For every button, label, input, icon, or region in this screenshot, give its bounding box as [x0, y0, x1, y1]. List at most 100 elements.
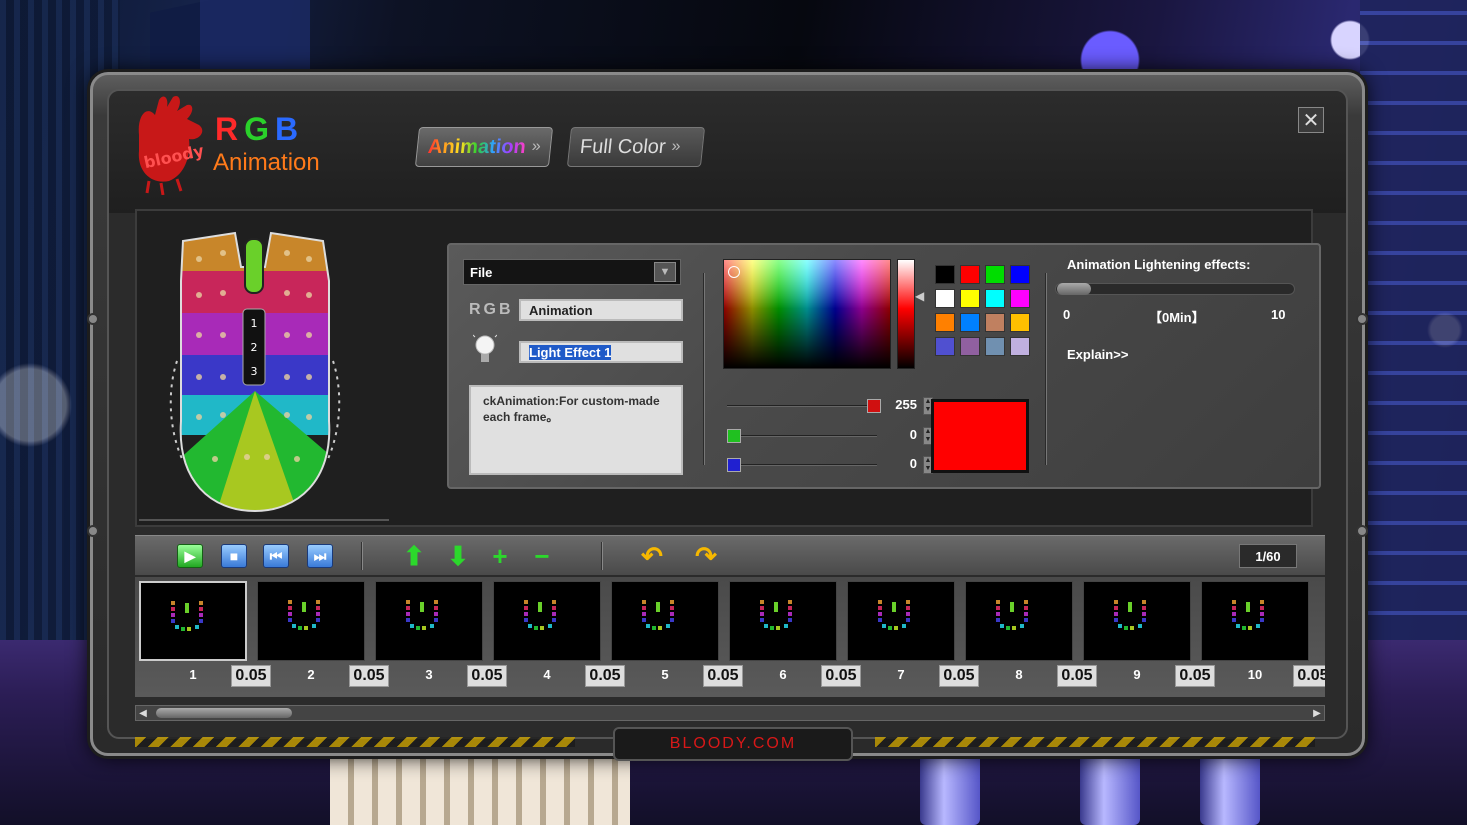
svg-text:3: 3	[251, 365, 258, 378]
animation-effects-slider-thumb[interactable]	[1057, 283, 1091, 295]
picker-cursor-icon[interactable]	[728, 266, 740, 278]
color-swatch[interactable]	[985, 265, 1005, 284]
color-swatch[interactable]	[935, 265, 955, 284]
explain-link[interactable]: Explain>>	[1067, 347, 1128, 362]
color-swatch[interactable]	[1010, 265, 1030, 284]
file-dropdown[interactable]: File ▼	[463, 259, 681, 285]
play-icon: ▶	[184, 547, 196, 564]
frame-thumbnail[interactable]	[375, 581, 483, 661]
green-slider[interactable]: 0 ▲ ▼	[727, 427, 937, 445]
frame-thumbnail[interactable]	[729, 581, 837, 661]
add-frame-button[interactable]: +	[487, 541, 513, 571]
color-swatch[interactable]	[1010, 289, 1030, 308]
caret-left-icon[interactable]: ◀	[915, 289, 924, 303]
red-slider[interactable]: 255 ▲ ▼	[727, 397, 937, 415]
frame-thumbnail[interactable]	[611, 581, 719, 661]
frame-strip: 1 0.05 2 0.05 3 0.05 4 0.05 5 0.05 6 0.05 7 0.05 8 0.05…	[135, 577, 1325, 697]
svg-text:2: 2	[251, 341, 258, 354]
frame-toolbar: ▶ ■ ⏮ ⏭ ⬆ ⬇ + − ↶ ↷ 1/60	[135, 535, 1325, 575]
mouse-led-zones: 1 2 3	[169, 231, 341, 513]
redo-icon: ↷	[695, 540, 717, 571]
animation-name-field[interactable]: Animation	[519, 299, 683, 321]
color-swatch[interactable]	[960, 337, 980, 356]
color-swatch[interactable]	[985, 289, 1005, 308]
light-bulb-icon	[473, 333, 497, 362]
logo-subtitle: Animation	[213, 149, 320, 176]
animation-effects-slider[interactable]	[1055, 283, 1295, 295]
brand-plate: BLOODY.COM	[613, 727, 853, 761]
color-swatch[interactable]	[960, 289, 980, 308]
slider-value-label: 【0Min】	[1149, 310, 1205, 325]
color-swatch[interactable]	[960, 313, 980, 332]
frame-counter: 1/60	[1239, 544, 1297, 568]
green-slider-knob[interactable]	[727, 429, 741, 443]
frame-thumbnail[interactable]	[847, 581, 955, 661]
skip-forward-icon: ⏭	[313, 547, 327, 564]
frame-duration-field[interactable]: 0.05	[1293, 665, 1325, 687]
red-value[interactable]: 255	[887, 397, 921, 415]
stop-icon: ■	[229, 548, 239, 564]
close-button[interactable]: ✕	[1298, 107, 1324, 133]
first-frame-button[interactable]: ⏮	[263, 544, 289, 568]
frame-thumbnail[interactable]	[965, 581, 1073, 661]
slider-max-label: 10	[1271, 307, 1286, 322]
blue-slider[interactable]: 0 ▲ ▼	[727, 456, 937, 474]
color-swatch[interactable]	[1010, 313, 1030, 332]
frame-thumbnail[interactable]	[1201, 581, 1309, 661]
undo-button[interactable]: ↶	[639, 541, 665, 571]
frame-mouse-glyph-icon	[996, 600, 1028, 630]
delete-frame-button[interactable]: −	[529, 541, 555, 571]
frame-mouse-glyph-icon	[288, 600, 320, 630]
light-effect-field[interactable]: Light Effect 1	[519, 341, 683, 363]
slider-min-label: 0	[1063, 307, 1071, 322]
chevron-down-icon: ▼	[654, 262, 676, 282]
color-swatches	[935, 265, 1030, 356]
arrow-up-icon: ⬆	[403, 540, 425, 571]
frame-thumbnail[interactable]	[1083, 581, 1191, 661]
frame-thumbnail[interactable]	[493, 581, 601, 661]
window-header: bloody RGB Animation Animation» Full Col…	[109, 91, 1346, 213]
stop-button[interactable]: ■	[221, 544, 247, 568]
green-value[interactable]: 0	[887, 427, 921, 445]
editor-area: 1 2 3 File ▼ RGB Animation Light Effect …	[135, 209, 1321, 527]
rgb-animation-window: bloody RGB Animation Animation» Full Col…	[87, 72, 1368, 761]
frame-thumbnail[interactable]	[257, 581, 365, 661]
frame-mouse-glyph-icon	[524, 600, 556, 630]
description-box: ckAnimation:For custom-made each frame。	[469, 385, 683, 475]
color-preview	[931, 399, 1029, 473]
move-down-button[interactable]: ⬇	[445, 541, 471, 571]
red-slider-knob[interactable]	[867, 399, 881, 413]
tab-full-color[interactable]: Full Color»	[566, 127, 706, 167]
minus-icon: −	[534, 540, 550, 571]
redo-button[interactable]: ↷	[693, 541, 719, 571]
effect-panel: File ▼ RGB Animation Light Effect 1 ckAn…	[447, 243, 1321, 489]
arrow-down-icon: ⬇	[447, 540, 469, 571]
brightness-bar[interactable]	[897, 259, 915, 369]
scrollbar-thumb[interactable]	[156, 708, 292, 718]
frame-mouse-glyph-icon	[1232, 600, 1264, 630]
blue-slider-knob[interactable]	[727, 458, 741, 472]
color-swatch[interactable]	[985, 337, 1005, 356]
frame-thumbnail[interactable]	[139, 581, 247, 661]
move-up-button[interactable]: ⬆	[401, 541, 427, 571]
frame-mouse-glyph-icon	[1114, 600, 1146, 630]
rgb-label: RGB	[469, 301, 514, 318]
color-swatch[interactable]	[935, 289, 955, 308]
color-swatch[interactable]	[935, 313, 955, 332]
color-swatch[interactable]	[960, 265, 980, 284]
blue-value[interactable]: 0	[887, 456, 921, 474]
frames-scrollbar[interactable]: ◀ ▶	[135, 705, 1325, 721]
color-swatch[interactable]	[935, 337, 955, 356]
frame-mouse-glyph-icon	[406, 600, 438, 630]
scroll-left-icon[interactable]: ◀	[136, 706, 150, 720]
frame-mouse-glyph-icon	[642, 600, 674, 630]
animation-effects-title: Animation Lightening effects:	[1067, 257, 1251, 272]
color-swatch[interactable]	[1010, 337, 1030, 356]
last-frame-button[interactable]: ⏭	[307, 544, 333, 568]
color-swatch[interactable]	[985, 313, 1005, 332]
tab-animation[interactable]: Animation»	[414, 127, 554, 167]
color-picker[interactable]	[723, 259, 891, 369]
play-button[interactable]: ▶	[177, 544, 203, 568]
double-chevron-right-icon: »	[530, 138, 542, 155]
scroll-right-icon[interactable]: ▶	[1310, 706, 1324, 720]
